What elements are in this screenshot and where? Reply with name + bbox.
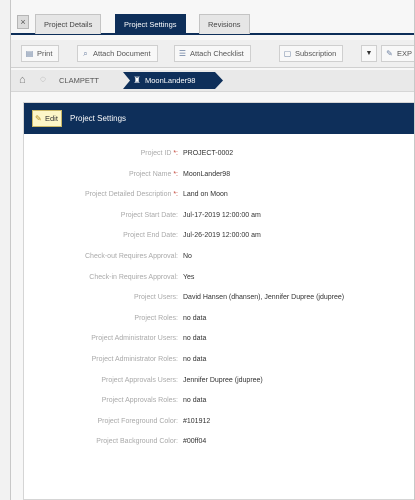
panel-header: ✎ Edit Project Settings bbox=[24, 103, 415, 134]
field-label: Project Approvals Roles: bbox=[102, 394, 178, 408]
field-label: Project Users: bbox=[134, 291, 178, 305]
field-row: Project Foreground Color: #101912 bbox=[24, 415, 415, 429]
edit-button[interactable]: ✎ Edit bbox=[32, 110, 62, 127]
field-row: Project Administrator Users: no data bbox=[24, 332, 415, 346]
field-value: Land on Moon bbox=[183, 191, 228, 199]
field-label-text: Project End Date: bbox=[123, 232, 178, 240]
field-value: no data bbox=[183, 356, 207, 363]
breadcrumb-parent[interactable]: CLAMPETT bbox=[59, 74, 99, 87]
field-row: Check-out Requires Approval: No bbox=[24, 250, 415, 264]
field-label-text: Project Approvals Users: bbox=[101, 376, 178, 384]
pencil-icon: ✎ bbox=[35, 114, 42, 123]
field-value: MoonLander98 bbox=[183, 170, 231, 178]
field-label: Project Roles: bbox=[134, 312, 178, 326]
field-label: Project Administrator Users: bbox=[91, 332, 178, 346]
tab-bar: × Project Details Project Settings Revis… bbox=[11, 8, 415, 35]
printer-icon: ▤ bbox=[25, 49, 34, 58]
field-row: Project Detailed Description *: Land on M… bbox=[24, 188, 415, 202]
folder-icon: ◌ bbox=[40, 74, 46, 85]
field-value: No bbox=[183, 253, 192, 260]
required-marker: *: bbox=[171, 170, 178, 178]
attach-checklist-label: Attach Checklist bbox=[190, 49, 244, 58]
field-value: Yes bbox=[183, 273, 195, 281]
field-value: Jennifer Dupree (jdupree) bbox=[183, 376, 263, 384]
edit-label: Edit bbox=[45, 114, 58, 123]
field-value: no data bbox=[183, 335, 207, 343]
tab-project-details[interactable]: Project Details bbox=[35, 14, 102, 34]
field-label-text: Project Background Color: bbox=[96, 438, 178, 446]
chevron-down-icon[interactable]: ▼ bbox=[361, 45, 377, 62]
field-label: Project Detailed Description *: bbox=[85, 188, 178, 202]
field-label-text: Project Detailed Description bbox=[85, 191, 172, 199]
field-label-text: Project Administrator Roles: bbox=[91, 356, 178, 363]
print-button[interactable]: ▤ Print bbox=[21, 45, 60, 62]
print-label: Print bbox=[37, 49, 53, 58]
attach-checklist-button[interactable]: ☰ Attach Checklist bbox=[174, 45, 251, 62]
field-value: Jul-26-2019 12:00:00 am bbox=[183, 232, 261, 240]
attach-document-label: Attach Document bbox=[93, 49, 151, 58]
field-row: Project Approvals Roles: no data bbox=[24, 394, 415, 408]
field-row: Project Roles: no data bbox=[24, 312, 415, 326]
field-label-text: Project Administrator Users: bbox=[91, 335, 178, 343]
field-label-text: Project Name bbox=[128, 170, 172, 178]
field-label-text: Check-out Requires Approval: bbox=[85, 253, 178, 260]
breadcrumb-current-label: MoonLander98 bbox=[145, 76, 196, 85]
field-value: no data bbox=[183, 397, 207, 405]
field-label-text: Project Roles: bbox=[134, 314, 178, 322]
project-icon: ♜ bbox=[133, 75, 142, 85]
field-label: Check-out Requires Approval: bbox=[85, 250, 178, 264]
field-label-text: Project Approvals Roles: bbox=[101, 397, 178, 405]
field-label: Project Background Color: bbox=[96, 435, 178, 449]
tab-project-settings[interactable]: Project Settings bbox=[115, 14, 186, 34]
field-row: Project ID *: PROJECT-0002 bbox=[24, 147, 415, 161]
subscription-button[interactable]: ▢ Subscription bbox=[279, 45, 344, 62]
required-marker: *: bbox=[171, 191, 178, 199]
field-label-text: Check-in Requires Approval: bbox=[89, 273, 178, 281]
app-frame: × Project Details Project Settings Revis… bbox=[10, 0, 415, 500]
field-value: Jul-17-2019 12:00:00 am bbox=[183, 211, 261, 219]
field-row: Project Administrator Roles: no data bbox=[24, 353, 415, 367]
field-label: Check-in Requires Approval: bbox=[89, 271, 178, 285]
field-row: Project Approvals Users: Jennifer Dupree … bbox=[24, 374, 415, 388]
pencil-icon: ✎ bbox=[386, 49, 393, 58]
panel-title: Project Settings bbox=[70, 114, 127, 123]
subscription-icon: ▢ bbox=[283, 49, 292, 58]
field-row: Project End Date: Jul-26-2019 12:00:00 am bbox=[24, 229, 415, 243]
field-value: no data bbox=[183, 314, 207, 322]
field-label-text: Project ID bbox=[140, 150, 172, 157]
required-marker: *: bbox=[171, 150, 178, 157]
field-value: PROJECT-0002 bbox=[183, 150, 234, 157]
field-label-text: Project Start Date: bbox=[120, 211, 178, 219]
field-row: Project Users: David Hansen (dhansen), Je… bbox=[24, 291, 415, 305]
field-value: #101912 bbox=[183, 417, 211, 425]
field-row: Project Name *: MoonLander98 bbox=[24, 168, 415, 182]
field-label-text: Project Foreground Color: bbox=[97, 417, 178, 425]
toolbar: ▤ Print ⌕ Attach Document ☰ Attach Check… bbox=[11, 40, 415, 68]
field-row: Project Start Date: Jul-17-2019 12:00:00 … bbox=[24, 209, 415, 223]
field-label: Project Administrator Roles: bbox=[92, 353, 178, 367]
subscription-label: Subscription bbox=[295, 49, 337, 58]
field-row: Check-in Requires Approval: Yes bbox=[24, 271, 415, 285]
breadcrumb: ⌂ ◌ CLAMPETT ♜ MoonLander98 bbox=[11, 70, 415, 92]
field-value: #00ff04 bbox=[183, 438, 207, 446]
field-label: Project Name *: bbox=[129, 168, 178, 182]
home-icon[interactable]: ⌂ bbox=[19, 74, 31, 86]
field-row: Project Background Color: #00ff04 bbox=[24, 435, 415, 449]
close-icon[interactable]: × bbox=[17, 15, 29, 29]
field-value: David Hansen (dhansen), Jennifer Dupree … bbox=[183, 294, 345, 302]
project-settings-panel: ✎ Edit Project Settings Project ID *: PRO… bbox=[23, 102, 415, 500]
tab-revisions[interactable]: Revisions bbox=[199, 14, 250, 34]
breadcrumb-current[interactable]: ♜ MoonLander98 bbox=[123, 72, 223, 89]
checklist-icon: ☰ bbox=[178, 49, 187, 58]
field-label: Project Approvals Users: bbox=[101, 374, 178, 388]
paperclip-icon: ⌕ bbox=[83, 49, 88, 58]
field-label: Project Start Date: bbox=[121, 209, 178, 223]
exp-button[interactable]: ✎ EXP bbox=[381, 45, 415, 62]
field-label: Project End Date: bbox=[123, 229, 178, 243]
field-label-text: Project Users: bbox=[134, 294, 178, 302]
attach-document-button[interactable]: ⌕ Attach Document bbox=[77, 45, 158, 62]
field-label: Project Foreground Color: bbox=[97, 415, 178, 429]
field-label: Project ID *: bbox=[141, 147, 178, 161]
exp-label: EXP bbox=[397, 49, 413, 58]
